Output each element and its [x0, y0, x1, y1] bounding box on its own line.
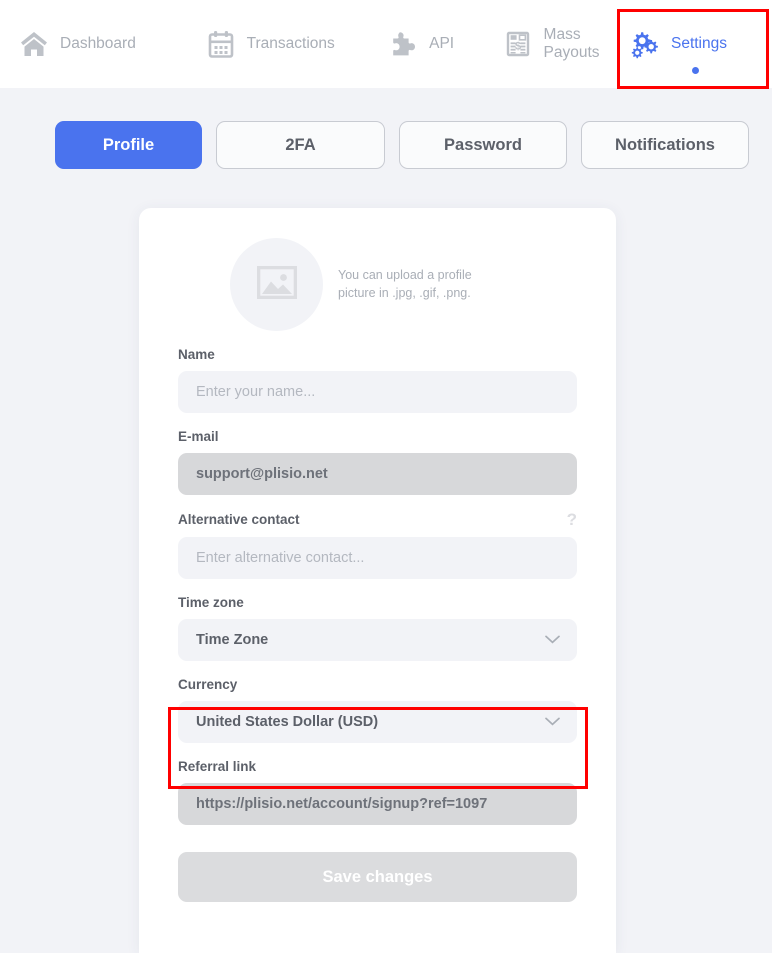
chevron-down-icon — [545, 714, 560, 730]
image-placeholder-icon — [256, 265, 297, 304]
nav-item-label: Transactions — [246, 35, 335, 52]
timezone-select[interactable]: Time Zone — [178, 619, 577, 661]
field-label-row: E-mail — [178, 429, 577, 444]
nav-item-dashboard[interactable]: Dashboard — [12, 0, 143, 88]
settings-tab-row: Profile 2FA Password Notifications — [0, 88, 772, 169]
nav-item-label: API — [429, 35, 455, 52]
avatar-upload-row: You can upload a profile picture in .jpg… — [178, 238, 577, 331]
save-changes-button[interactable]: Save changes — [178, 852, 577, 902]
puzzle-icon — [388, 29, 418, 59]
field-email: E-mail support@plisio.net — [178, 429, 577, 495]
field-label-row: Alternative contact ? — [178, 511, 577, 528]
tab-2fa[interactable]: 2FA — [216, 121, 385, 169]
help-icon[interactable]: ? — [567, 511, 577, 528]
field-timezone: Time zone Time Zone — [178, 595, 577, 661]
alternative-contact-label: Alternative contact — [178, 512, 300, 527]
nav-item-label: Settings — [670, 35, 727, 52]
home-icon — [19, 29, 49, 59]
currency-label: Currency — [178, 677, 238, 692]
tab-notifications[interactable]: Notifications — [581, 121, 749, 169]
active-indicator-dot — [692, 67, 700, 74]
field-label-row: Referral link — [178, 759, 577, 774]
tab-label: Profile — [102, 135, 155, 154]
tab-label: Password — [444, 135, 522, 154]
timezone-selected-value: Time Zone — [196, 632, 269, 648]
field-label-row: Name — [178, 347, 577, 362]
gears-icon — [630, 29, 660, 59]
tab-label: 2FA — [285, 135, 316, 154]
field-currency: Currency United States Dollar (USD) — [178, 677, 577, 743]
chevron-down-icon — [545, 632, 560, 648]
svg-text:$: $ — [514, 40, 520, 52]
tab-profile[interactable]: Profile — [55, 121, 202, 169]
nav-item-label: Mass Payouts — [543, 26, 600, 61]
invoice-icon: $ — [503, 29, 533, 59]
email-label: E-mail — [178, 429, 219, 444]
name-input[interactable] — [178, 371, 577, 413]
field-label-row: Currency — [178, 677, 577, 692]
nav-item-mass-payouts[interactable]: $ Mass Payouts — [496, 0, 623, 88]
nav-item-settings[interactable]: Settings — [623, 0, 734, 88]
profile-settings-card: You can upload a profile picture in .jpg… — [139, 208, 616, 953]
name-label: Name — [178, 347, 215, 362]
nav-item-transactions[interactable]: Transactions — [199, 0, 342, 88]
nav-item-label: Dashboard — [60, 35, 136, 52]
field-alternative-contact: Alternative contact ? — [178, 511, 577, 579]
field-name: Name — [178, 347, 577, 413]
referral-link-label: Referral link — [178, 759, 257, 774]
nav-item-api[interactable]: API — [381, 0, 461, 88]
field-referral-link: Referral link https://plisio.net/account… — [178, 759, 577, 825]
referral-link-value: https://plisio.net/account/signup?ref=10… — [178, 783, 577, 825]
email-value: support@plisio.net — [178, 453, 577, 495]
alternative-contact-input[interactable] — [178, 537, 577, 579]
tab-label: Notifications — [615, 135, 715, 154]
avatar-upload-note: You can upload a profile picture in .jpg… — [338, 268, 472, 300]
currency-select[interactable]: United States Dollar (USD) — [178, 701, 577, 743]
calendar-icon — [206, 29, 236, 59]
timezone-label: Time zone — [178, 595, 244, 610]
currency-selected-value: United States Dollar (USD) — [196, 714, 379, 730]
field-label-row: Time zone — [178, 595, 577, 610]
top-navigation: Dashboard Transactions API $ Mass Payout… — [0, 0, 772, 88]
tab-password[interactable]: Password — [399, 121, 567, 169]
avatar-upload-button[interactable] — [230, 238, 323, 331]
